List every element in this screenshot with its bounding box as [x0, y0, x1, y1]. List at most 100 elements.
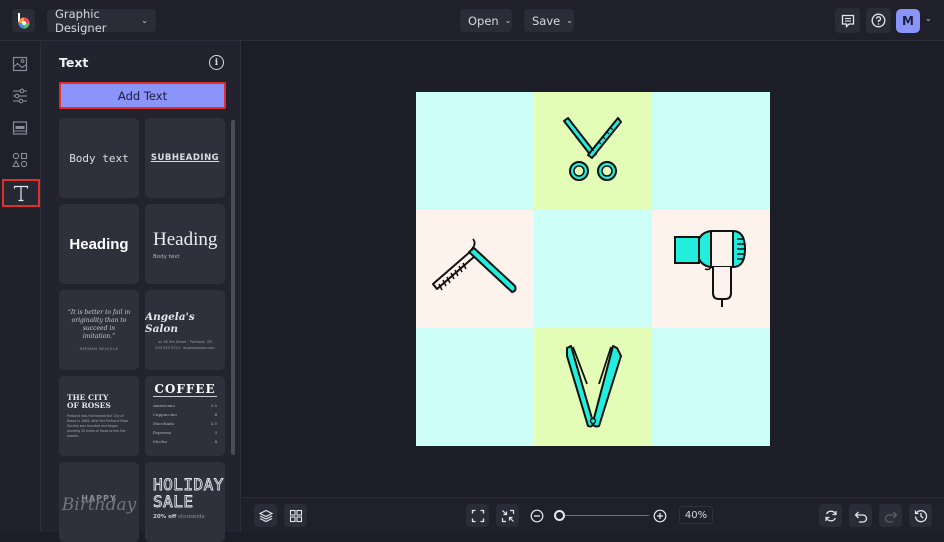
bottom-toolbar: 40% [242, 497, 944, 532]
open-dropdown[interactable]: Open ⌄ [460, 9, 512, 32]
coffee-menu-row: Espresso 3 [153, 428, 217, 437]
feedback-button[interactable] [835, 8, 860, 33]
artboard[interactable] [416, 92, 770, 446]
preset-heading-serif-sub: Body text [153, 253, 180, 260]
preset-quote-author: HERMAN MELVILLE [79, 347, 119, 351]
user-avatar[interactable]: M [896, 9, 920, 33]
preset-heading-bold-label: Heading [69, 235, 129, 253]
preset-salon-line1: xx SE 9th Street · Portland, OR [158, 339, 212, 344]
zoom-out-button[interactable] [530, 508, 544, 527]
panel-scrollbar[interactable] [231, 120, 235, 455]
coffee-menu-row: Mocha 4 [153, 437, 217, 446]
preset-heading-serif[interactable]: Heading Body text [145, 204, 225, 284]
coffee-price: 4 [214, 439, 217, 444]
undo-icon [854, 511, 867, 523]
refresh-icon [824, 510, 837, 521]
coffee-item: Cappuccino [153, 412, 177, 417]
add-text-button[interactable]: Add Text [59, 82, 226, 109]
panel-title: Text [59, 55, 89, 70]
actual-size-button[interactable] [496, 504, 519, 527]
preset-quote-text: “It is better to fail in originality tha… [67, 309, 131, 340]
artboard-cell[interactable] [652, 92, 770, 210]
artboard-cell[interactable] [534, 92, 652, 210]
rail-item-adjustments[interactable] [7, 83, 33, 109]
preset-holiday-sale[interactable]: HOLIDAY SALE 20% off storewide [145, 462, 225, 542]
fit-to-screen-button[interactable] [466, 504, 489, 527]
preset-city-body: Portland was nicknamed the City of Roses… [67, 413, 129, 438]
account-chevron-down-icon[interactable]: ⌄ [925, 14, 932, 23]
artboard-cell[interactable] [416, 328, 534, 446]
preset-body-text[interactable]: Body text [59, 118, 139, 198]
preset-happy-birthday[interactable]: HAPPY Birthday [59, 462, 139, 542]
artboard-cell[interactable] [416, 210, 534, 328]
coffee-menu-row: Macchiato 3.5 [153, 419, 217, 428]
open-label: Open [468, 13, 499, 28]
befunky-logo-icon [17, 12, 29, 28]
artboard-cell[interactable] [534, 210, 652, 328]
artboard-cell[interactable] [652, 328, 770, 446]
redo-button[interactable] [879, 504, 902, 527]
app-logo[interactable] [12, 9, 35, 32]
save-label: Save [532, 13, 561, 28]
coffee-price: 3 [214, 430, 217, 435]
preset-heading-serif-label: Heading [153, 228, 218, 250]
sliders-icon [13, 88, 27, 104]
rail-item-layout[interactable] [7, 115, 33, 141]
straight-razor-icon[interactable] [429, 234, 521, 304]
layout-icon [12, 121, 28, 135]
preset-holiday-sub-bold: 20% off [153, 514, 177, 520]
artboard-cell[interactable] [652, 210, 770, 328]
coffee-item: Macchiato [153, 421, 175, 426]
mode-dropdown[interactable]: Graphic Designer ⌄ [47, 6, 156, 35]
preset-salon-title: Angela's Salon [145, 310, 195, 335]
mode-dropdown-label: Graphic Designer [55, 6, 107, 35]
scissors-icon[interactable] [558, 116, 628, 186]
preset-city-of-roses[interactable]: THE CITY OF ROSES Portland was nicknamed… [59, 376, 139, 456]
preset-holiday-sub: storewide [178, 514, 205, 520]
minus-circle-icon [530, 509, 544, 523]
info-icon[interactable]: i [209, 55, 224, 70]
rail-item-image[interactable] [7, 51, 33, 77]
preset-heading-bold[interactable]: Heading [59, 204, 139, 284]
zoom-slider-handle[interactable] [554, 510, 565, 521]
preset-subheading[interactable]: SUBHEADING [145, 118, 225, 198]
preset-salon[interactable]: Angela's Salon xx SE 9th Street · Portla… [145, 290, 225, 370]
history-button[interactable] [909, 504, 932, 527]
preset-coffee-menu[interactable]: COFFEE Americano 3.5 Cappuccino 4 Macchiato 3… [145, 376, 225, 456]
hair-dryer-icon[interactable] [673, 229, 749, 309]
zoom-percentage-field[interactable]: 40% [679, 506, 713, 524]
grid-view-button[interactable] [284, 504, 307, 527]
coffee-item: Americano [153, 403, 175, 408]
chevron-down-icon: ⌄ [504, 16, 512, 25]
preset-coffee-items: Americano 3.5 Cappuccino 4 Macchiato 3.5 Espre… [153, 401, 217, 446]
coffee-item: Mocha [153, 439, 167, 444]
artboard-cell[interactable] [534, 328, 652, 446]
shapes-icon [12, 152, 28, 168]
plus-circle-icon [653, 509, 667, 523]
preset-holiday-title-1: HOLIDAY [153, 475, 224, 494]
chevron-down-icon: ⌄ [566, 16, 573, 25]
coffee-item: Espresso [153, 430, 172, 435]
save-dropdown[interactable]: Save ⌄ [524, 9, 574, 32]
undo-button[interactable] [849, 504, 872, 527]
help-icon [871, 13, 886, 28]
hair-straightener-icon[interactable] [563, 344, 623, 430]
chevron-down-icon: ⌄ [141, 16, 148, 25]
replace-button[interactable] [819, 504, 842, 527]
rail-item-text[interactable] [2, 179, 40, 207]
grid-icon [289, 509, 302, 522]
preset-birthday-script: Birthday [61, 494, 137, 515]
layers-button[interactable] [254, 504, 277, 527]
coffee-menu-row: Cappuccino 4 [153, 410, 217, 419]
zoom-slider-track[interactable] [557, 515, 649, 516]
rail-item-graphics[interactable] [7, 147, 33, 173]
text-icon [13, 185, 29, 201]
preset-quote[interactable]: “It is better to fail in originality tha… [59, 290, 139, 370]
preset-holiday-title-2: SALE [153, 492, 194, 511]
zoom-in-button[interactable] [653, 508, 667, 527]
tool-rail [0, 41, 41, 532]
artboard-cell[interactable] [416, 92, 534, 210]
help-button[interactable] [866, 8, 891, 33]
coffee-price: 4 [214, 412, 217, 417]
image-icon [12, 56, 28, 72]
